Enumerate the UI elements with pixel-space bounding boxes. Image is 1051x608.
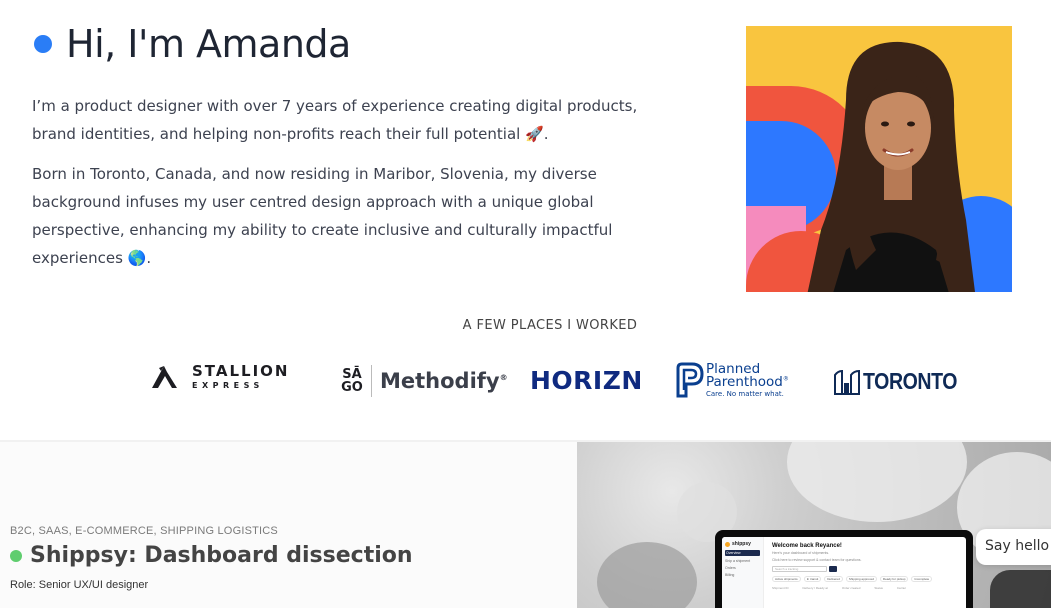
dashboard-filter-chips: Active shipments In transit Delivered Sh… (772, 576, 958, 582)
stallion-logo-subtext: EXPRESS (192, 381, 264, 390)
dashboard-screen: shippsy Overview Ship a shipment Orders … (722, 537, 966, 608)
dashboard-subtext-1: Here's your dashboard of shipments. (772, 551, 830, 555)
intro-paragraph-2: Born in Toronto, Canada, and now residin… (32, 160, 682, 272)
chat-widget-avatar[interactable] (990, 570, 1051, 608)
shippsy-brand: shippsy (725, 541, 760, 547)
logo-city-of-toronto: TORONTO (834, 368, 974, 395)
filter-chip: In transit (803, 576, 822, 582)
accent-dot (34, 35, 52, 53)
logo-divider (371, 365, 372, 397)
logo-horizn: HORIZN (530, 366, 643, 395)
table-column-header: Shipment ID (772, 586, 789, 590)
hero-title: Hi, I'm Amanda (34, 22, 351, 66)
project-tags: B2C, SAAS, E-COMMERCE, SHIPPING LOGISTIC… (10, 525, 278, 537)
intro-paragraph-1-end: . (543, 125, 549, 143)
project-role: Role: Senior UX/UI designer (10, 579, 149, 591)
say-hello-chat-bubble[interactable]: Say hello (976, 529, 1051, 565)
intro-paragraph-1: I’m a product designer with over 7 years… (32, 92, 682, 148)
rocket-icon: 🚀 (525, 125, 544, 143)
project-title[interactable]: Shippsy: Dashboard dissection (30, 543, 413, 568)
dashboard-main: Welcome back Reyance! Here's your dashbo… (764, 537, 966, 608)
project-status-dot (10, 549, 22, 562)
dashboard-sidebar: shippsy Overview Ship a shipment Orders … (722, 537, 764, 608)
filter-chip: Delivered (824, 576, 843, 582)
laptop-mockup: shippsy Overview Ship a shipment Orders … (715, 530, 973, 608)
planned-logo-line-2-text: Parenthood (706, 374, 783, 390)
dashboard-table-header: Shipment ID Delivery / Ready at Order cr… (772, 586, 958, 590)
table-column-header: Order created (841, 586, 861, 590)
nav-overview: Overview (725, 550, 760, 556)
dashboard-search: Search a tracking (772, 566, 958, 572)
logo-stallion-express: STALLION EXPRESS (150, 364, 289, 390)
toronto-city-hall-icon (834, 369, 860, 395)
dashboard-search-input: Search a tracking (772, 566, 827, 572)
shippsy-brand-name: shippsy (732, 541, 751, 547)
shippsy-logo-icon (725, 541, 730, 547)
planned-logo-tagline: Care. No matter what. (706, 389, 784, 398)
horizn-logo-text: HORIZN (530, 366, 643, 395)
planned-trademark: ® (782, 375, 789, 383)
dashboard-subtext-2: Click here to review support & contact t… (772, 558, 862, 562)
methodify-logo-text: Methodify® (380, 369, 508, 393)
project-card-shippsy[interactable]: B2C, SAAS, E-COMMERCE, SHIPPING LOGISTIC… (0, 442, 577, 608)
workplaces-heading: A FEW PLACES I WORKED (462, 318, 638, 333)
nav-orders: Orders (725, 566, 736, 570)
intro-section: Hi, I'm Amanda I’m a product designer wi… (0, 0, 1051, 440)
nav-ship: Ship a shipment (725, 559, 751, 563)
project-preview-image[interactable]: shippsy Overview Ship a shipment Orders … (577, 442, 1051, 608)
intro-paragraph-2-end: . (146, 249, 152, 267)
portrait-figure (807, 41, 975, 292)
filter-chip: Shipping approved (845, 576, 877, 582)
logo-planned-parenthood: Planned Parenthood® Care. No matter what… (674, 362, 789, 398)
stallion-logo-text: STALLION (192, 362, 290, 380)
background-blur (787, 442, 967, 522)
filter-chip: Ready for pickup (879, 576, 909, 582)
methodify-trademark: ® (499, 373, 508, 382)
table-column-header: Status (874, 586, 883, 590)
planned-parenthood-p-icon (676, 362, 704, 398)
filter-chip: Incomplete (911, 576, 933, 582)
globe-icon: 🌎 (127, 249, 147, 267)
profile-photo (746, 26, 1012, 292)
nav-billing: Billing (725, 573, 735, 577)
dashboard-welcome: Welcome back Reyance! (772, 543, 842, 549)
planned-logo-line-2: Parenthood® (706, 374, 789, 390)
search-icon (829, 566, 837, 572)
logo-sago-methodify: SĀ GO Methodify® (340, 365, 508, 397)
stallion-horse-icon (152, 366, 177, 388)
background-blur (597, 542, 697, 608)
table-column-header: Carrier (896, 586, 907, 590)
intro-paragraph-2-text: Born in Toronto, Canada, and now residin… (32, 165, 613, 267)
greeting-heading: Hi, I'm Amanda (66, 22, 351, 66)
sago-line-2: GO (341, 380, 363, 395)
sago-mark: SĀ GO (340, 368, 364, 394)
filter-chip: Active shipments (772, 576, 801, 582)
project-title-row[interactable]: Shippsy: Dashboard dissection (10, 543, 413, 568)
toronto-logo-text: TORONTO (863, 368, 958, 394)
table-column-header: Delivery / Ready at (802, 586, 828, 590)
methodify-wordmark: Methodify (380, 369, 500, 393)
